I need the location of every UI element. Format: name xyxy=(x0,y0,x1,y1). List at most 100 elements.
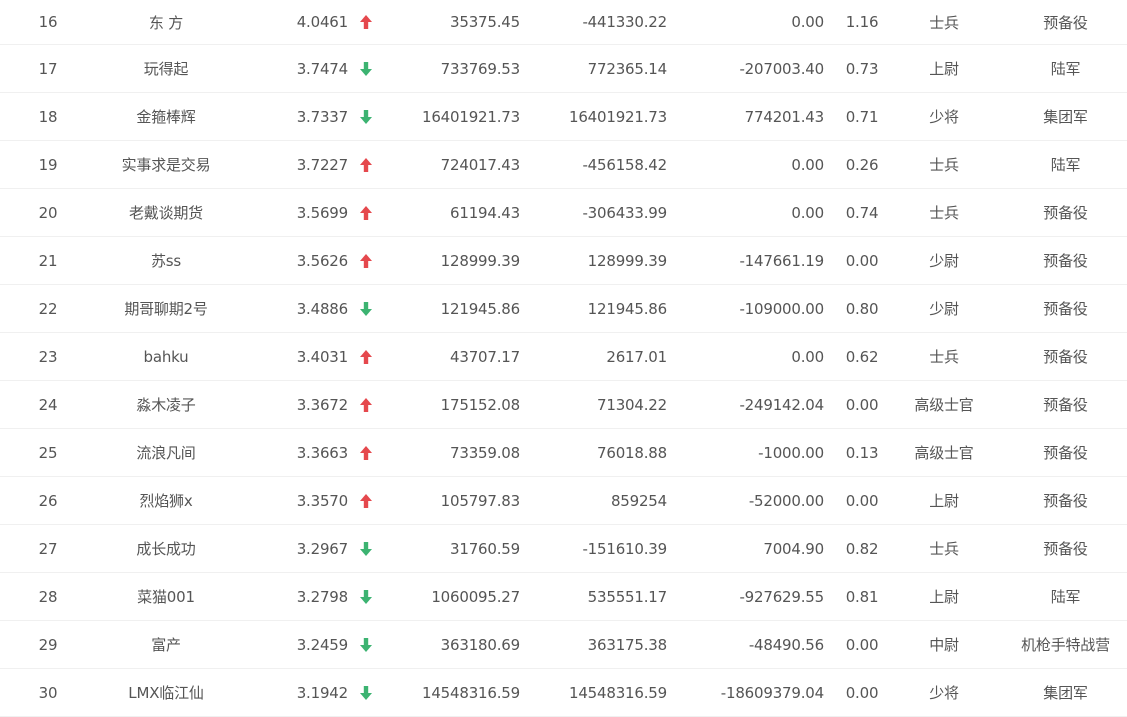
unit-level-cell: 预备役 xyxy=(1043,252,1088,270)
table-row[interactable]: 28 菜猫001 3.2798 1060095.27 535551.17 -927629.… xyxy=(0,573,1127,621)
rank-cell: 25 xyxy=(38,443,58,462)
change-cell: -48490.56 xyxy=(748,635,824,654)
rank-cell: 26 xyxy=(38,491,58,510)
table-row[interactable]: 26 烈焰狮x 3.3570 105797.83 859254 -52000.00 0.00… xyxy=(0,477,1127,525)
equity-cell: 31760.59 xyxy=(450,539,520,558)
table-row[interactable]: 20 老戴谈期货 3.5699 61194.43 -306433.99 0.00 0.74 士… xyxy=(0,189,1127,237)
arrow-up-icon xyxy=(356,0,376,44)
equity-cell: 121945.86 xyxy=(440,299,521,318)
trader-name[interactable]: 玩得起 xyxy=(96,45,236,92)
arrow-up-icon xyxy=(356,141,376,188)
trader-name[interactable]: 老戴谈期货 xyxy=(96,189,236,236)
arrow-down-icon xyxy=(356,93,376,140)
unit-level-cell: 预备役 xyxy=(1043,204,1088,222)
change-cell: -1000.00 xyxy=(758,443,824,462)
change-cell: -207003.40 xyxy=(739,59,824,78)
score-cell: 3.5699 xyxy=(296,203,348,222)
table-row[interactable]: 18 金箍棒辉 3.7337 16401921.73 16401921.73 774201… xyxy=(0,93,1127,141)
ratio-cell: 0.73 xyxy=(845,59,879,78)
trader-name[interactable]: 烈焰狮x xyxy=(96,477,236,524)
unit-level-cell: 预备役 xyxy=(1043,492,1088,510)
rank-cell: 23 xyxy=(38,347,58,366)
profit-cell: 71304.22 xyxy=(597,395,667,414)
change-cell: -147661.19 xyxy=(739,251,824,270)
profit-cell: -441330.22 xyxy=(582,13,667,31)
military-rank-cell: 少尉 xyxy=(929,252,959,270)
profit-cell: 121945.86 xyxy=(587,299,668,318)
change-cell: -18609379.04 xyxy=(720,683,824,702)
table-row[interactable]: 19 实事求是交易 3.7227 724017.43 -456158.42 0.00 0.2… xyxy=(0,141,1127,189)
table-row[interactable]: 16 东 方 4.0461 35375.45 -441330.22 0.00 1.16 士兵 预… xyxy=(0,0,1127,45)
table-row[interactable]: 22 期哥聊期2号 3.4886 121945.86 121945.86 -109000.… xyxy=(0,285,1127,333)
profit-cell: -456158.42 xyxy=(582,155,667,174)
table-row[interactable]: 27 成长成功 3.2967 31760.59 -151610.39 7004.90 0.8… xyxy=(0,525,1127,573)
unit-level-cell: 机枪手特战营 xyxy=(1021,636,1110,654)
trader-name[interactable]: LMX临江仙 xyxy=(96,669,236,716)
military-rank-cell: 高级士官 xyxy=(914,396,974,414)
table-row[interactable]: 24 淼木凌子 3.3672 175152.08 71304.22 -249142.04 0… xyxy=(0,381,1127,429)
equity-cell: 724017.43 xyxy=(440,155,521,174)
military-rank-cell: 士兵 xyxy=(929,13,959,32)
trader-name[interactable]: 东 方 xyxy=(96,0,236,44)
unit-level-cell: 预备役 xyxy=(1043,300,1088,318)
table-row[interactable]: 29 富产 3.2459 363180.69 363175.38 -48490.56 0.0… xyxy=(0,621,1127,669)
rank-cell: 24 xyxy=(38,395,58,414)
change-cell: 0.00 xyxy=(791,13,824,31)
score-cell: 3.7227 xyxy=(296,155,348,174)
equity-cell: 73359.08 xyxy=(450,443,520,462)
score-cell: 3.7337 xyxy=(296,107,348,126)
trader-name[interactable]: 苏ss xyxy=(96,237,236,284)
rank-cell: 22 xyxy=(38,299,58,318)
military-rank-cell: 少将 xyxy=(929,108,959,126)
score-cell: 3.2798 xyxy=(296,587,348,606)
rank-cell: 29 xyxy=(38,635,58,654)
score-cell: 3.2967 xyxy=(296,539,348,558)
trader-name[interactable]: 成长成功 xyxy=(96,525,236,572)
rank-cell: 30 xyxy=(38,683,58,702)
score-cell: 3.3672 xyxy=(296,395,348,414)
arrow-down-icon xyxy=(356,525,376,572)
military-rank-cell: 士兵 xyxy=(929,156,959,174)
table-row[interactable]: 30 LMX临江仙 3.1942 14548316.59 14548316.59 -186… xyxy=(0,669,1127,717)
table-row[interactable]: 17 玩得起 3.7474 733769.53 772365.14 -207003.40 0… xyxy=(0,45,1127,93)
unit-level-cell: 陆军 xyxy=(1050,156,1081,174)
unit-level-cell: 集团军 xyxy=(1043,108,1088,126)
profit-cell: 2617.01 xyxy=(606,347,667,366)
rank-cell: 20 xyxy=(38,203,58,222)
change-cell: 0.00 xyxy=(791,347,824,366)
arrow-up-icon xyxy=(356,477,376,524)
ratio-cell: 0.00 xyxy=(845,251,879,270)
unit-level-cell: 预备役 xyxy=(1043,444,1088,462)
equity-cell: 14548316.59 xyxy=(421,683,520,702)
equity-cell: 175152.08 xyxy=(440,395,521,414)
table-row[interactable]: 25 流浪凡间 3.3663 73359.08 76018.88 -1000.00 0.13… xyxy=(0,429,1127,477)
equity-cell: 35375.45 xyxy=(450,13,520,31)
equity-cell: 43707.17 xyxy=(450,347,520,366)
score-cell: 3.7474 xyxy=(296,59,348,78)
military-rank-cell: 少将 xyxy=(929,684,959,702)
trader-name[interactable]: 流浪凡间 xyxy=(96,429,236,476)
rank-cell: 21 xyxy=(38,251,58,270)
change-cell: 0.00 xyxy=(791,203,824,222)
military-rank-cell: 上尉 xyxy=(929,60,959,78)
ratio-cell: 1.16 xyxy=(845,13,879,31)
table-row[interactable]: 21 苏ss 3.5626 128999.39 128999.39 -147661.19 0… xyxy=(0,237,1127,285)
unit-level-cell: 预备役 xyxy=(1043,540,1088,558)
trader-name[interactable]: 金箍棒辉 xyxy=(96,93,236,140)
military-rank-cell: 士兵 xyxy=(929,348,959,366)
trader-name[interactable]: 菜猫001 xyxy=(96,573,236,620)
equity-cell: 1060095.27 xyxy=(431,587,520,606)
trader-name[interactable]: 富产 xyxy=(96,621,236,668)
military-rank-cell: 少尉 xyxy=(929,300,959,318)
change-cell: 0.00 xyxy=(791,155,824,174)
profit-cell: 14548316.59 xyxy=(568,683,667,702)
trader-name[interactable]: bahku xyxy=(96,333,236,380)
trader-name[interactable]: 期哥聊期2号 xyxy=(96,285,236,332)
trader-name[interactable]: 实事求是交易 xyxy=(96,141,236,188)
ratio-cell: 0.13 xyxy=(845,443,879,462)
military-rank-cell: 上尉 xyxy=(929,588,959,606)
arrow-down-icon xyxy=(356,669,376,716)
profit-cell: 772365.14 xyxy=(587,59,668,78)
table-row[interactable]: 23 bahku 3.4031 43707.17 2617.01 0.00 0.62 士兵 预备… xyxy=(0,333,1127,381)
trader-name[interactable]: 淼木凌子 xyxy=(96,381,236,428)
